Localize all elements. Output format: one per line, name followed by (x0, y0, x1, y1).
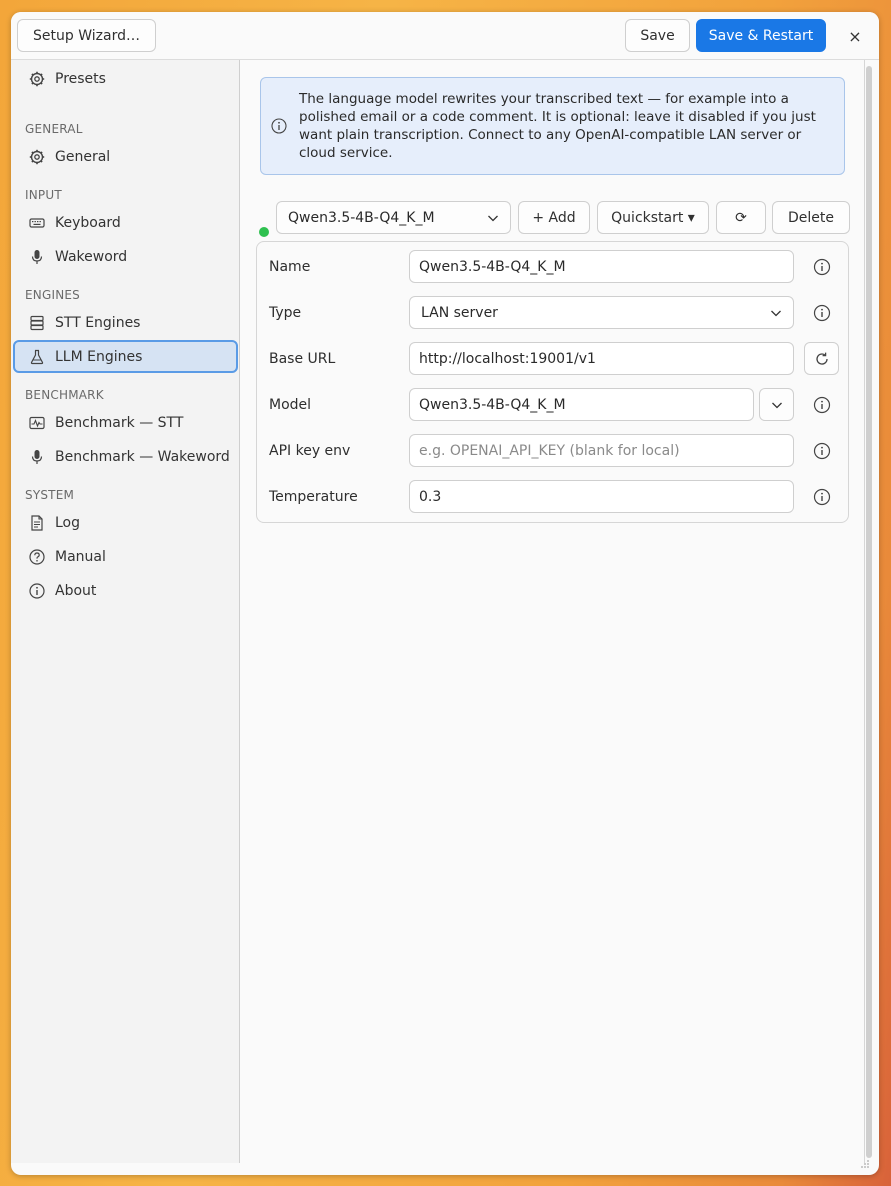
section-header-engines: ENGINES (25, 288, 80, 302)
flask-icon (29, 349, 45, 365)
model-value: Qwen3.5-4B-Q4_K_M (419, 396, 566, 413)
info-icon[interactable] (813, 488, 831, 506)
sidebar-item-label: Benchmark — Wakeword (55, 448, 230, 465)
sidebar-item-general[interactable]: General (13, 140, 238, 173)
microphone-icon (29, 449, 45, 465)
gear-icon (29, 71, 45, 87)
chevron-down-icon (771, 402, 782, 408)
add-button[interactable]: + Add (518, 201, 590, 234)
sidebar-item-benchmark-wakeword[interactable]: Benchmark — Wakeword (13, 440, 238, 473)
model-label: Model (269, 397, 312, 413)
save-button[interactable]: Save (625, 19, 690, 52)
api-key-label: API key env (269, 443, 351, 459)
sidebar-item-stt-engines[interactable]: STT Engines (13, 306, 238, 339)
engine-select[interactable]: Qwen3.5-4B-Q4_K_M (276, 201, 511, 234)
engine-select-value: Qwen3.5-4B-Q4_K_M (288, 209, 435, 226)
help-icon (29, 548, 45, 565)
section-header-system: SYSTEM (25, 488, 75, 502)
main-content: The language model rewrites your transcr… (241, 60, 865, 1163)
sidebar: Presets GENERAL General INPUT Keyboard W… (11, 60, 240, 1163)
chevron-down-icon (488, 215, 498, 222)
info-icon (271, 118, 287, 138)
temperature-value: 0.3 (419, 488, 442, 505)
delete-button[interactable]: Delete (772, 201, 850, 234)
refresh-icon (815, 352, 828, 365)
type-select[interactable]: LAN server (409, 296, 794, 329)
titlebar: Setup Wizard… Save Save & Restart × (11, 12, 879, 60)
scrollbar-thumb[interactable] (866, 66, 872, 1158)
refresh-button[interactable] (804, 342, 839, 375)
section-header-general: GENERAL (25, 122, 83, 136)
sidebar-item-label: Manual (55, 548, 106, 565)
microphone-icon (29, 249, 45, 265)
info-icon[interactable] (813, 304, 831, 322)
sidebar-item-log[interactable]: Log (13, 506, 238, 539)
sidebar-item-label: General (55, 148, 111, 165)
keyboard-icon (29, 215, 45, 231)
sidebar-item-label: Wakeword (55, 248, 128, 265)
section-header-input: INPUT (25, 188, 62, 202)
server-icon (29, 315, 45, 331)
sidebar-item-benchmark-stt[interactable]: Benchmark — STT (13, 406, 238, 439)
sidebar-item-presets[interactable]: Presets (13, 62, 238, 95)
sidebar-item-label: STT Engines (55, 314, 141, 331)
close-button[interactable]: × (843, 24, 867, 48)
info-icon[interactable] (813, 258, 831, 276)
base-url-label: Base URL (269, 351, 336, 367)
resize-grip-icon[interactable] (860, 1159, 870, 1169)
api-key-field[interactable]: e.g. OPENAI_API_KEY (blank for local) (409, 434, 794, 467)
name-label: Name (269, 259, 311, 275)
quickstart-button[interactable]: Quickstart ▾ (597, 201, 709, 234)
settings-window: Setup Wizard… Save Save & Restart × Pres… (11, 12, 879, 1175)
activity-icon (29, 415, 45, 431)
sidebar-item-label: Keyboard (55, 214, 121, 231)
base-url-field[interactable]: http://localhost:19001/v1 (409, 342, 794, 375)
info-banner: The language model rewrites your transcr… (260, 77, 845, 175)
model-dropdown-button[interactable] (759, 388, 794, 421)
sidebar-item-label: Log (55, 514, 81, 531)
info-icon[interactable] (813, 442, 831, 460)
reload-button[interactable]: ⟳ (716, 201, 766, 234)
base-url-value: http://localhost:19001/v1 (419, 350, 596, 367)
setup-wizard-button[interactable]: Setup Wizard… (17, 19, 156, 52)
section-header-benchmark: BENCHMARK (25, 388, 104, 402)
info-icon (29, 582, 45, 599)
model-field[interactable]: Qwen3.5-4B-Q4_K_M (409, 388, 754, 421)
sidebar-item-wakeword[interactable]: Wakeword (13, 240, 238, 273)
sidebar-item-about[interactable]: About (13, 574, 238, 607)
sidebar-item-label: About (55, 582, 97, 599)
type-label: Type (269, 305, 302, 321)
temperature-field[interactable]: 0.3 (409, 480, 794, 513)
document-icon (29, 514, 45, 531)
info-icon[interactable] (813, 396, 831, 414)
temperature-label: Temperature (269, 489, 358, 505)
info-text: The language model rewrites your transcr… (299, 91, 816, 161)
sidebar-item-llm-engines[interactable]: LLM Engines (13, 340, 238, 373)
status-indicator (259, 227, 269, 237)
engine-form: Name Qwen3.5-4B-Q4_K_M Type LAN server B… (256, 241, 849, 523)
sidebar-item-label: Benchmark — STT (55, 414, 184, 431)
sidebar-item-keyboard[interactable]: Keyboard (13, 206, 238, 239)
sidebar-item-label: Presets (55, 70, 106, 87)
sidebar-item-manual[interactable]: Manual (13, 540, 238, 573)
name-value: Qwen3.5-4B-Q4_K_M (419, 258, 566, 275)
chevron-down-icon (771, 310, 781, 317)
name-field[interactable]: Qwen3.5-4B-Q4_K_M (409, 250, 794, 283)
gear-icon (29, 149, 45, 165)
type-value: LAN server (421, 304, 498, 321)
scrollbar-track (864, 60, 865, 1163)
save-restart-button[interactable]: Save & Restart (696, 19, 826, 52)
api-key-placeholder: e.g. OPENAI_API_KEY (blank for local) (419, 442, 680, 459)
sidebar-item-label: LLM Engines (55, 348, 143, 365)
